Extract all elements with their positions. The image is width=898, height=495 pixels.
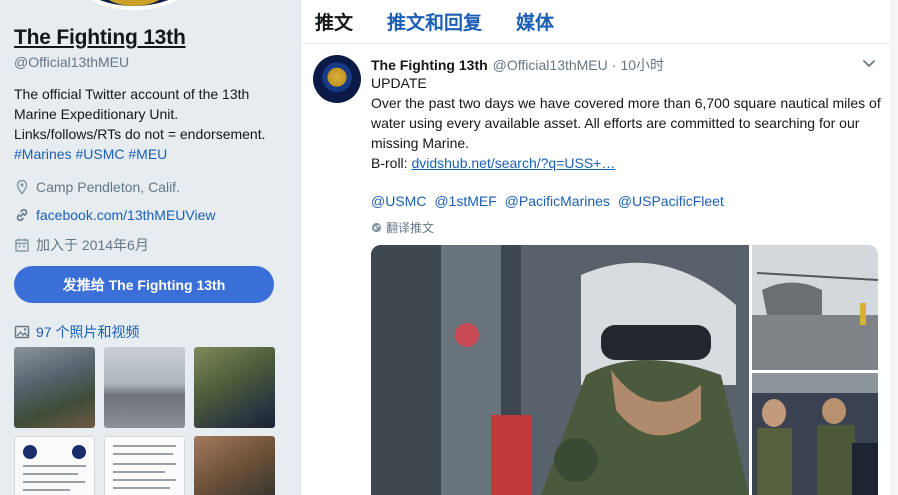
profile-website[interactable]: facebook.com/13thMEUView [14, 207, 216, 223]
mention-link[interactable]: @PacificMarines [505, 193, 610, 209]
mention-link[interactable]: @USPacificFleet [618, 193, 724, 209]
tab-tweets-and-replies[interactable]: 推文和回复 [387, 8, 482, 35]
tweet-timestamp[interactable]: 10小时 [620, 55, 664, 75]
calendar-icon [15, 238, 29, 252]
tweet[interactable]: The Fighting 13th @Official13thMEU · 10小… [301, 45, 891, 495]
media-thumbnail[interactable] [104, 436, 185, 495]
map-pin-icon [16, 179, 28, 195]
timeline-tabs: 推文 推文和回复 媒体 [301, 0, 890, 44]
profile-location: Camp Pendleton, Calif. [14, 179, 180, 195]
tweet-text: UPDATE Over the past two days we have co… [371, 73, 883, 173]
tweet-photo-main[interactable] [371, 245, 749, 495]
profile-bio: The official Twitter account of the 13th… [14, 84, 284, 164]
tweet-header: The Fighting 13th @Official13thMEU · 10小… [371, 55, 664, 75]
tweet-media [371, 245, 878, 495]
media-thumbnail[interactable] [104, 347, 185, 428]
photos-videos-link[interactable]: 97 个照片和视频 [14, 322, 139, 342]
timeline: 推文 推文和回复 媒体 The Fighting 13th @Official1… [300, 0, 890, 495]
translate-tweet[interactable]: 翻译推文 [371, 219, 434, 236]
media-thumbnail[interactable] [14, 347, 95, 428]
chevron-down-icon[interactable] [861, 55, 877, 71]
mention-link[interactable]: @1stMEF [434, 193, 496, 209]
tweet-separator: · [611, 57, 617, 73]
tweet-author-name[interactable]: The Fighting 13th [371, 57, 488, 73]
photo-icon [14, 325, 30, 339]
broll-link[interactable]: dvidshub.net/search/?q=USS+… [411, 155, 615, 171]
profile-handle[interactable]: @Official13thMEU [14, 54, 129, 70]
tweet-mentions: @USMC @1stMEF @PacificMarines @USPacific… [371, 193, 728, 209]
page-scrollbar[interactable] [890, 0, 898, 495]
profile-joined: 加入于 2014年6月 [14, 235, 149, 255]
link-icon [16, 208, 28, 222]
tweet-text-line: UPDATE [371, 75, 427, 91]
tweet-broll-line: B-roll: dvidshub.net/search/?q=USS+… [371, 153, 883, 173]
media-thumbnail[interactable] [194, 436, 275, 495]
tweet-to-button[interactable]: 发推给 The Fighting 13th [14, 266, 274, 303]
profile-sidebar: The Fighting 13th @Official13thMEU The o… [0, 0, 300, 495]
media-thumbnail[interactable] [194, 347, 275, 428]
tweet-author-handle[interactable]: @Official13thMEU [493, 57, 608, 73]
media-thumbnail[interactable] [14, 436, 95, 495]
tweet-text-line: Over the past two days we have covered m… [371, 95, 881, 151]
tab-tweets[interactable]: 推文 [315, 8, 353, 35]
photos-videos-label[interactable]: 97 个照片和视频 [36, 322, 139, 342]
joined-text: 加入于 2014年6月 [36, 237, 149, 253]
tweet-photo-crew[interactable] [752, 373, 878, 495]
media-thumbnails [14, 347, 276, 495]
profile-avatar[interactable] [72, 0, 196, 10]
profile-name[interactable]: The Fighting 13th [14, 26, 186, 50]
bio-hashtags[interactable]: #Marines #USMC #MEU [14, 146, 167, 162]
translate-label[interactable]: 翻译推文 [386, 219, 434, 236]
mention-link[interactable]: @USMC [371, 193, 426, 209]
photo-marine-helmet [371, 245, 749, 495]
globe-icon [371, 222, 382, 233]
bio-text: The official Twitter account of the 13th… [14, 86, 266, 142]
photo-crew-deck [752, 373, 878, 495]
broll-prefix: B-roll: [371, 155, 412, 171]
tweet-photo-helicopter[interactable] [752, 245, 878, 370]
tweet-author-avatar[interactable] [313, 55, 361, 103]
location-text: Camp Pendleton, Calif. [36, 179, 180, 195]
tab-media[interactable]: 媒体 [516, 8, 554, 35]
website-link[interactable]: facebook.com/13thMEUView [36, 207, 216, 223]
photo-helicopter-deck [752, 245, 878, 370]
